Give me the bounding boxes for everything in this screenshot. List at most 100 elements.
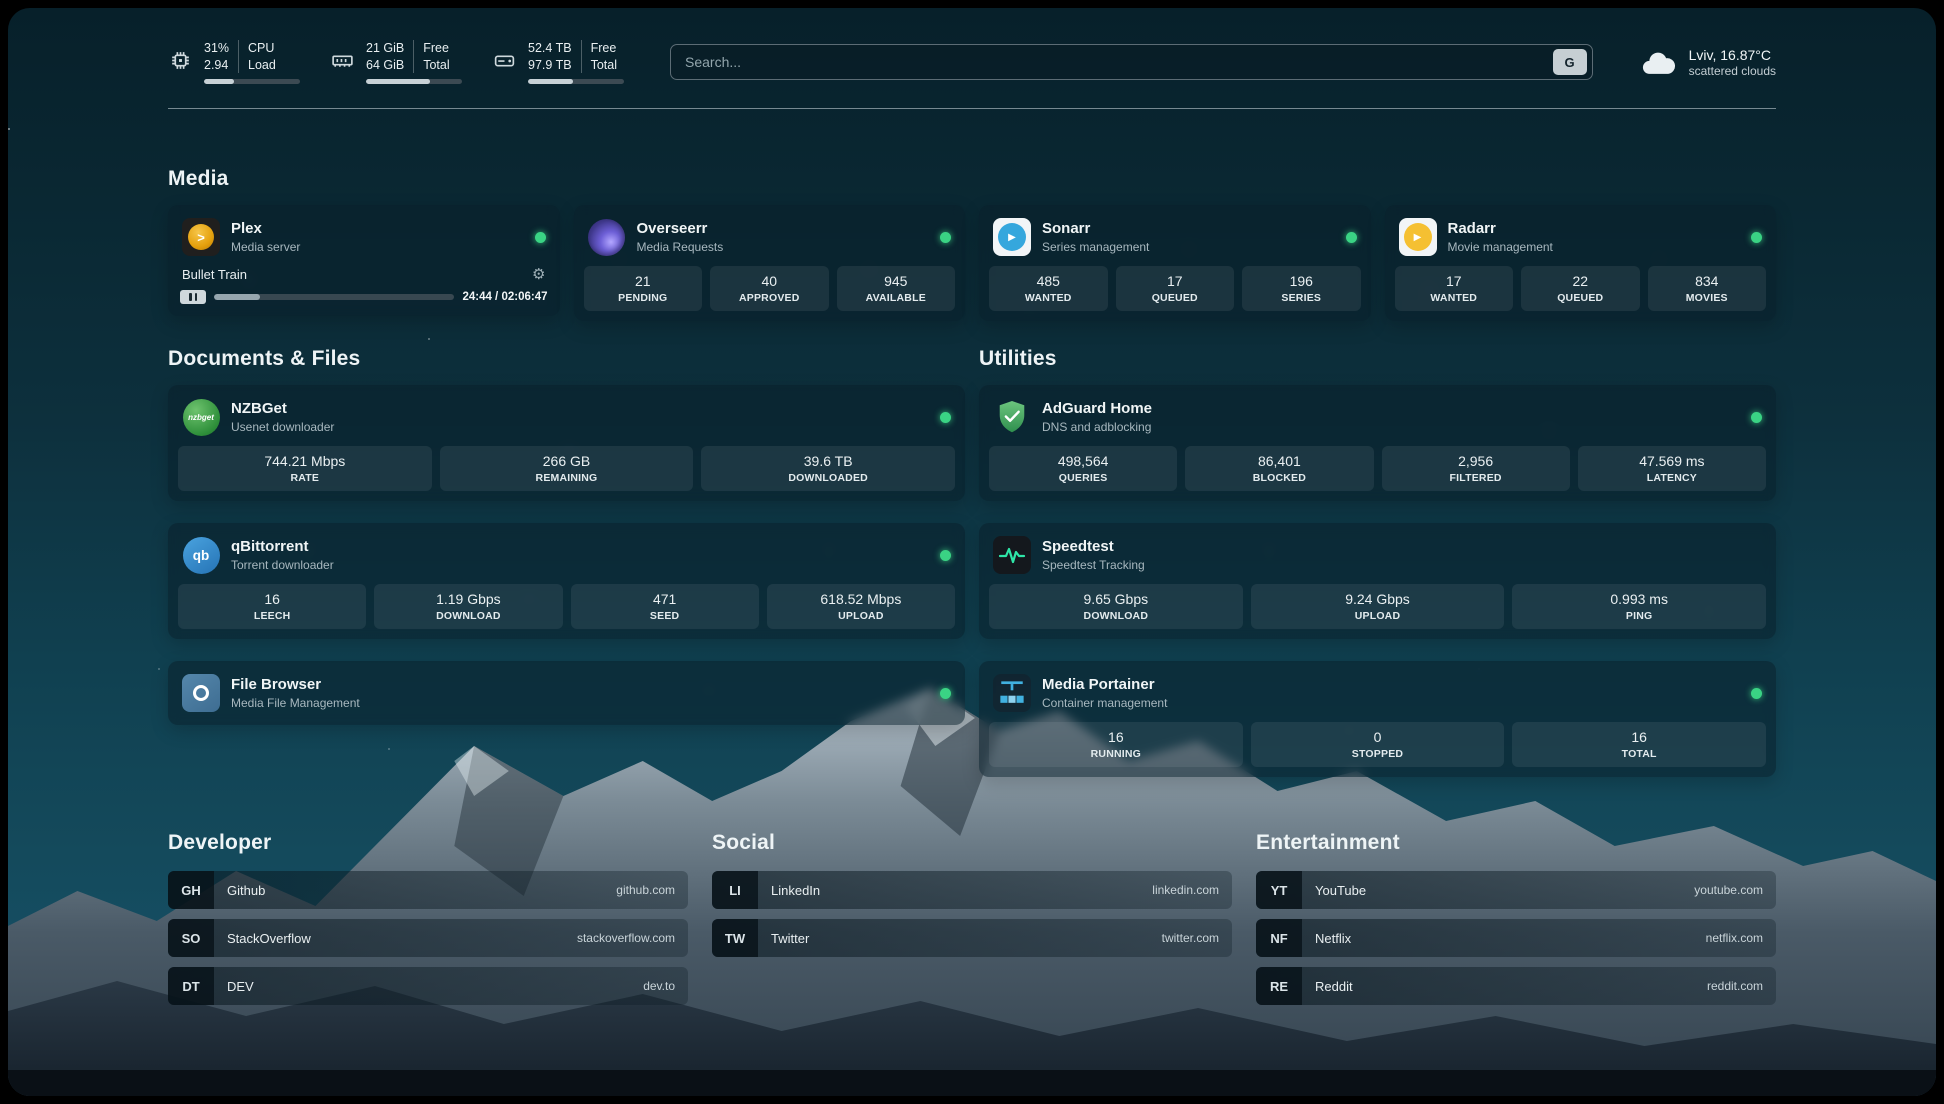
stat-label: BLOCKED xyxy=(1189,472,1369,484)
service-subtitle: DNS and adblocking xyxy=(1042,420,1152,434)
plex-now-playing: Bullet Train ⚙ 24:44 / 02:06:47 xyxy=(168,266,560,316)
media-grid: > Plex Media server Bullet Train ⚙ xyxy=(168,205,1776,321)
memory-total-label: Total xyxy=(423,57,449,73)
search-box[interactable]: G xyxy=(670,44,1593,80)
stat-label: WANTED xyxy=(993,292,1104,304)
service-card-radarr[interactable]: ▶ Radarr Movie management 17 WANTED 22 Q… xyxy=(1385,205,1777,321)
stat-box: 21 PENDING xyxy=(584,266,703,311)
stat-value: 744.21 Mbps xyxy=(182,453,428,469)
bookmark-label: Github xyxy=(214,883,616,898)
stat-value: 17 xyxy=(1120,273,1231,289)
stat-value: 17 xyxy=(1399,273,1510,289)
bookmark-github[interactable]: GH Github github.com xyxy=(168,871,688,909)
divider xyxy=(413,40,414,73)
bookmark-url: dev.to xyxy=(643,979,688,993)
stat-box: 0.993 ms PING xyxy=(1512,584,1766,629)
portainer-icon xyxy=(993,674,1031,712)
stat-value: 16 xyxy=(182,591,362,607)
bookmark-dev[interactable]: DT DEV dev.to xyxy=(168,967,688,1005)
disk-usage-bar xyxy=(528,79,624,84)
memory-icon xyxy=(330,48,355,73)
service-card-speedtest[interactable]: Speedtest Speedtest Tracking 9.65 Gbps D… xyxy=(979,523,1776,639)
bookmark-url: stackoverflow.com xyxy=(577,931,688,945)
settings-gear-icon[interactable]: ⚙ xyxy=(532,267,545,282)
plex-icon: > xyxy=(182,218,220,256)
stat-label: QUEUED xyxy=(1525,292,1636,304)
entertainment-section-title: Entertainment xyxy=(1256,831,1776,855)
stat-box: 0 STOPPED xyxy=(1251,722,1505,767)
status-dot xyxy=(1751,412,1762,423)
bookmark-abbr: RE xyxy=(1256,967,1302,1005)
stat-value: 9.65 Gbps xyxy=(993,591,1239,607)
bookmark-abbr: NF xyxy=(1256,919,1302,957)
social-section-title: Social xyxy=(712,831,1232,855)
stat-value: 86,401 xyxy=(1189,453,1369,469)
developer-group: Developer GH Github github.com SO StackO… xyxy=(168,831,688,1005)
service-card-filebrowser[interactable]: File Browser Media File Management xyxy=(168,661,965,725)
service-card-adguard[interactable]: AdGuard Home DNS and adblocking 498,564 … xyxy=(979,385,1776,501)
bookmark-linkedin[interactable]: LI LinkedIn linkedin.com xyxy=(712,871,1232,909)
search-provider-button[interactable]: G xyxy=(1553,49,1587,75)
stat-label: LEECH xyxy=(182,610,362,622)
documents-section-title: Documents & Files xyxy=(168,347,965,371)
playback-progress-bar[interactable] xyxy=(214,294,454,300)
stat-value: 196 xyxy=(1246,273,1357,289)
search-input[interactable] xyxy=(685,54,1553,70)
bookmark-url: youtube.com xyxy=(1694,883,1776,897)
service-name: Overseerr xyxy=(637,220,724,238)
radarr-icon: ▶ xyxy=(1399,218,1437,256)
stat-value: 618.52 Mbps xyxy=(771,591,951,607)
service-subtitle: Media Requests xyxy=(637,240,724,254)
stat-label: WANTED xyxy=(1399,292,1510,304)
stat-label: DOWNLOADED xyxy=(705,472,951,484)
documents-column: Documents & Files nzbget NZBGet Usenet d… xyxy=(168,347,965,725)
service-name: Plex xyxy=(231,220,300,238)
disk-icon xyxy=(492,48,517,73)
memory-free-label: Free xyxy=(423,40,449,56)
service-card-sonarr[interactable]: ▶ Sonarr Series management 485 WANTED 17… xyxy=(979,205,1371,321)
bookmark-stackoverflow[interactable]: SO StackOverflow stackoverflow.com xyxy=(168,919,688,957)
stat-value: 471 xyxy=(575,591,755,607)
bookmark-reddit[interactable]: RE Reddit reddit.com xyxy=(1256,967,1776,1005)
stat-value: 47.569 ms xyxy=(1582,453,1762,469)
service-card-qbittorrent[interactable]: qb qBittorrent Torrent downloader 16 LEE… xyxy=(168,523,965,639)
disk-total-value: 97.9 TB xyxy=(528,57,572,73)
service-card-overseerr[interactable]: Overseerr Media Requests 21 PENDING 40 A… xyxy=(574,205,966,321)
social-group: Social LI LinkedIn linkedin.com TW Twitt… xyxy=(712,831,1232,957)
stat-label: RATE xyxy=(182,472,428,484)
bookmark-label: Reddit xyxy=(1302,979,1707,994)
pause-button[interactable] xyxy=(180,290,206,304)
stat-box: 86,401 BLOCKED xyxy=(1185,446,1373,491)
filebrowser-icon xyxy=(182,674,220,712)
stat-value: 22 xyxy=(1525,273,1636,289)
speedtest-icon xyxy=(993,536,1031,574)
stat-value: 498,564 xyxy=(993,453,1173,469)
stat-box: 266 GB REMAINING xyxy=(440,446,694,491)
service-card-nzbget[interactable]: nzbget NZBGet Usenet downloader 744.21 M… xyxy=(168,385,965,501)
bookmark-twitter[interactable]: TW Twitter twitter.com xyxy=(712,919,1232,957)
stat-box: 834 MOVIES xyxy=(1648,266,1767,311)
service-card-plex[interactable]: > Plex Media server Bullet Train ⚙ xyxy=(168,205,560,316)
stat-box: 9.24 Gbps UPLOAD xyxy=(1251,584,1505,629)
sonarr-icon: ▶ xyxy=(993,218,1031,256)
bookmark-netflix[interactable]: NF Netflix netflix.com xyxy=(1256,919,1776,957)
stat-value: 266 GB xyxy=(444,453,690,469)
qbittorrent-icon: qb xyxy=(182,536,220,574)
utilities-section-title: Utilities xyxy=(979,347,1776,371)
now-playing-title: Bullet Train xyxy=(182,267,247,282)
service-card-portainer[interactable]: Media Portainer Container management 16 … xyxy=(979,661,1776,777)
bookmark-abbr: LI xyxy=(712,871,758,909)
service-subtitle: Torrent downloader xyxy=(231,558,334,572)
service-name: Sonarr xyxy=(1042,220,1149,238)
cpu-label: CPU xyxy=(248,40,276,56)
stat-label: SERIES xyxy=(1246,292,1357,304)
nzbget-icon: nzbget xyxy=(182,398,220,436)
stat-label: RUNNING xyxy=(993,748,1239,760)
stat-value: 21 xyxy=(588,273,699,289)
bookmark-abbr: GH xyxy=(168,871,214,909)
service-name: AdGuard Home xyxy=(1042,400,1152,418)
bookmark-youtube[interactable]: YT YouTube youtube.com xyxy=(1256,871,1776,909)
stat-box: 1.19 Gbps DOWNLOAD xyxy=(374,584,562,629)
service-subtitle: Usenet downloader xyxy=(231,420,334,434)
service-subtitle: Speedtest Tracking xyxy=(1042,558,1145,572)
